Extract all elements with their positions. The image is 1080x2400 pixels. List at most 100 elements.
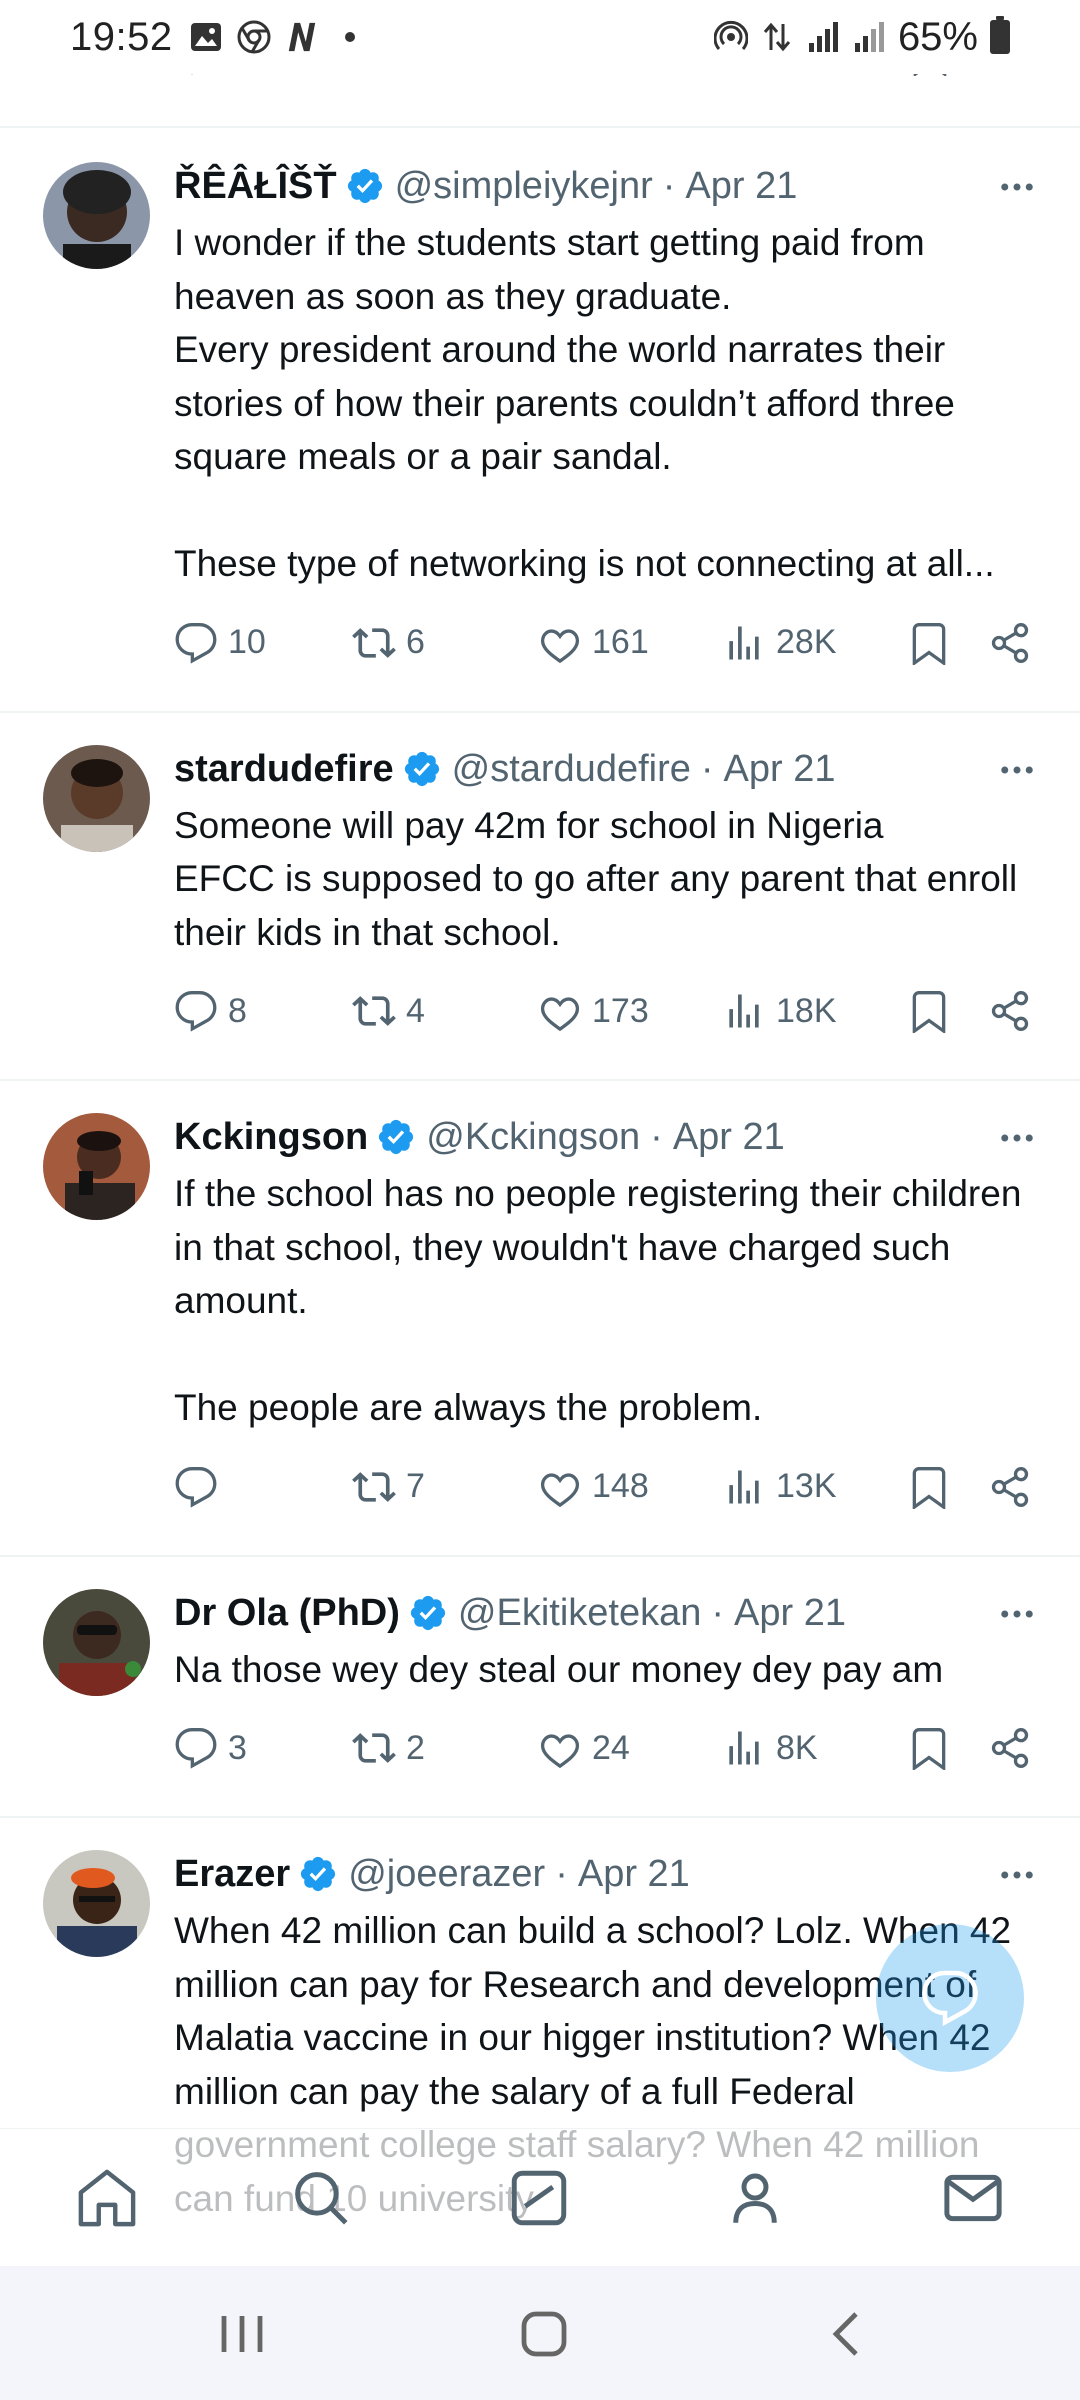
reply-button[interactable]: 8	[174, 981, 247, 1041]
views-button[interactable]: 18K	[722, 981, 837, 1041]
bookmark-icon	[912, 622, 946, 665]
tweet-header: Erazer @joeerazer · Apr 21	[174, 1848, 1040, 1900]
reply-count: 8	[228, 991, 247, 1030]
home-icon[interactable]	[74, 2165, 140, 2231]
share-icon	[991, 991, 1029, 1031]
system-navigation-bar	[0, 2266, 1080, 2400]
repost-button[interactable]: 6	[352, 613, 425, 673]
display-name[interactable]: stardudefire	[174, 743, 394, 795]
tweet-header: ŘÊÂŁÎŠŤ @simpleiykejnr · Apr 21	[174, 160, 1040, 212]
signal-icon-2	[852, 20, 886, 54]
bookmark-button[interactable]	[907, 1457, 951, 1517]
repost-button[interactable]: 2	[352, 1718, 425, 1778]
repost-button[interactable]: 7	[352, 1457, 425, 1517]
user-handle[interactable]: @Kckingson	[426, 1111, 640, 1163]
tweet-actions: 7 148 13K	[174, 1435, 1040, 1555]
messages-icon[interactable]	[940, 2165, 1006, 2231]
like-button[interactable]: 173	[538, 981, 649, 1041]
repost-icon	[352, 1733, 396, 1763]
share-button[interactable]	[988, 613, 1032, 673]
verified-badge-icon	[410, 1595, 445, 1630]
display-name[interactable]: ŘÊÂŁÎŠŤ	[174, 160, 337, 212]
like-count: 161	[592, 623, 649, 661]
reply-count: 3	[228, 1728, 247, 1767]
communities-icon[interactable]	[722, 2165, 788, 2231]
tweet-actions: 10 6 161 28K	[174, 591, 1040, 711]
tweet-actions: 8 4 173 18K	[174, 959, 1040, 1079]
tweet-text: Someone will pay 42m for school in Niger…	[174, 804, 1018, 953]
recents-icon[interactable]	[214, 2306, 270, 2362]
like-button[interactable]: 161	[538, 613, 649, 673]
repost-icon	[352, 1471, 396, 1502]
back-icon[interactable]	[820, 2306, 876, 2362]
share-icon	[991, 622, 1029, 663]
like-count: 24	[592, 1728, 630, 1767]
share-icon	[991, 1466, 1029, 1507]
more-options-icon[interactable]	[996, 749, 1038, 791]
search-icon[interactable]	[288, 2165, 354, 2231]
tweet-date[interactable]: Apr 21	[578, 1848, 690, 1900]
tweet-text: Na those wey dey steal our money dey pay…	[174, 1648, 944, 1690]
bookmark-icon	[912, 1728, 946, 1770]
battery-percentage: 65%	[897, 14, 978, 59]
compose-reply-button[interactable]	[876, 1924, 1024, 2072]
reply-button[interactable]: 3	[174, 1718, 247, 1778]
bookmark-icon	[912, 1466, 946, 1509]
verified-badge-icon	[379, 1119, 414, 1155]
tweet[interactable]: stardudefire @stardudefire · Apr 21 Some…	[0, 713, 1080, 1081]
avatar[interactable]	[43, 1850, 150, 1957]
more-options-icon[interactable]	[996, 1854, 1038, 1896]
bookmark-button[interactable]	[907, 981, 951, 1041]
share-button[interactable]	[988, 1718, 1032, 1778]
separator-dot: ·	[711, 1591, 725, 1634]
repost-button[interactable]: 4	[352, 981, 425, 1041]
bookmark-button[interactable]	[907, 613, 951, 673]
display-name[interactable]: Erazer	[174, 1848, 290, 1900]
user-handle[interactable]: @simpleiykejnr	[395, 160, 653, 212]
views-button[interactable]: 13K	[722, 1457, 837, 1517]
views-icon	[729, 1731, 759, 1765]
tweet-header: stardudefire @stardudefire · Apr 21	[174, 743, 1040, 795]
reply-icon	[175, 1728, 217, 1769]
user-handle[interactable]: @stardudefire	[452, 743, 691, 795]
like-count: 148	[592, 1467, 649, 1505]
repost-count: 4	[406, 991, 425, 1030]
avatar[interactable]	[43, 1588, 150, 1696]
separator-dot: ·	[700, 747, 714, 790]
share-button[interactable]	[988, 1457, 1032, 1517]
tweet-text: If the school has no people registering …	[174, 1173, 1022, 1428]
avatar[interactable]	[43, 744, 150, 852]
verified-badge-icon	[347, 168, 382, 204]
more-options-icon[interactable]	[996, 166, 1038, 208]
reply-button[interactable]	[174, 1457, 228, 1517]
repost-count: 6	[406, 623, 425, 661]
tweet-date[interactable]: Apr 21	[724, 743, 836, 795]
verified-badge-icon	[404, 751, 439, 786]
display-name[interactable]: Dr Ola (PhD)	[174, 1587, 400, 1639]
reply-button[interactable]: 10	[174, 613, 266, 673]
tweet[interactable]: ŘÊÂŁÎŠŤ @simpleiykejnr · Apr 21 I wonder…	[0, 130, 1080, 713]
home-button-icon[interactable]	[516, 2306, 572, 2362]
views-button[interactable]: 28K	[722, 613, 837, 673]
tweet[interactable]: Dr Ola (PhD) @Ekitiketekan · Apr 21 Na t…	[0, 1557, 1080, 1818]
bookmark-button[interactable]	[907, 1718, 951, 1778]
avatar[interactable]	[43, 1113, 150, 1220]
user-handle[interactable]: @joeerazer	[348, 1848, 545, 1900]
display-name[interactable]: Kckingson	[174, 1111, 368, 1163]
tweet-text: I wonder if the students start getting p…	[174, 222, 995, 584]
tweet-date[interactable]: Apr 21	[673, 1111, 785, 1163]
share-button[interactable]	[988, 981, 1032, 1041]
tweet[interactable]: Kckingson @Kckingson · Apr 21 If the sch…	[0, 1081, 1080, 1557]
tweet-date[interactable]: Apr 21	[734, 1587, 846, 1639]
avatar[interactable]	[43, 162, 150, 269]
tweet-date[interactable]: Apr 21	[685, 160, 797, 212]
like-count: 173	[592, 991, 649, 1030]
user-handle[interactable]: @Ekitiketekan	[458, 1587, 701, 1639]
more-options-icon[interactable]	[996, 1593, 1038, 1635]
like-button[interactable]: 24	[538, 1718, 630, 1778]
views-button[interactable]: 8K	[722, 1718, 818, 1778]
like-button[interactable]: 148	[538, 1457, 649, 1517]
grok-icon[interactable]	[506, 2165, 572, 2231]
more-options-icon[interactable]	[996, 1117, 1038, 1159]
reply-feed: ŘÊÂŁÎŠŤ @simpleiykejnr · Apr 21 I wonder…	[0, 130, 1080, 2225]
